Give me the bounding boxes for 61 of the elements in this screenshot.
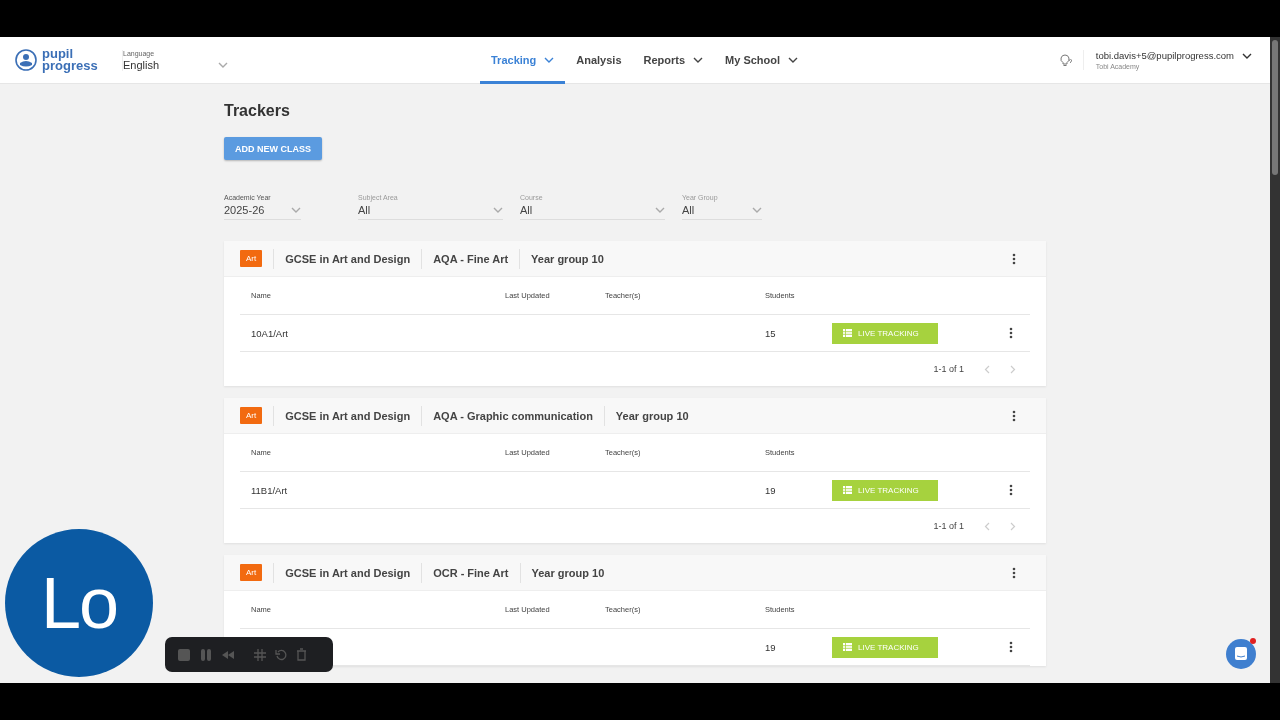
- pagination-info: 1-1 of 1: [933, 364, 964, 374]
- nav-tab[interactable]: Tracking: [480, 37, 566, 84]
- table-icon: [843, 486, 852, 494]
- grid-icon[interactable]: [254, 648, 266, 661]
- rewind-icon[interactable]: [221, 649, 235, 660]
- page-title: Trackers: [224, 101, 291, 121]
- user-email: tobi.davis+5@pupilprogress.com: [1095, 50, 1234, 61]
- more-options-icon[interactable]: [1012, 252, 1016, 265]
- previous-page-icon[interactable]: [984, 521, 990, 531]
- filter-select[interactable]: All: [358, 202, 503, 220]
- scrollbar[interactable]: [1270, 37, 1280, 683]
- next-page-icon[interactable]: [1010, 521, 1016, 531]
- filter-select[interactable]: All: [682, 202, 762, 220]
- restart-icon[interactable]: [275, 648, 287, 661]
- year-group: Year group 10: [603, 405, 700, 426]
- student-count: 19: [765, 641, 777, 653]
- pagination-info: 1-1 of 1: [933, 521, 964, 531]
- language-select[interactable]: English: [123, 58, 228, 71]
- course-name: GCSE in Art and Design: [273, 405, 422, 426]
- chevron-icon: [655, 207, 665, 213]
- stop-icon[interactable]: [177, 647, 191, 662]
- class-name[interactable]: 11B1/Art: [251, 484, 505, 496]
- filter-select[interactable]: All: [520, 202, 665, 220]
- exam-board: AQA - Fine Art: [421, 248, 520, 269]
- presenter-avatar: Lo: [5, 529, 153, 677]
- year-group: Year group 10: [519, 562, 616, 583]
- pause-icon[interactable]: [200, 647, 212, 662]
- logo-icon: [15, 49, 37, 71]
- student-count: 19: [765, 484, 777, 496]
- student-count: 15: [765, 327, 777, 339]
- exam-board: AQA - Graphic communication: [421, 405, 604, 426]
- previous-page-icon[interactable]: [984, 364, 990, 374]
- lightbulb-icon[interactable]: [1058, 53, 1073, 67]
- chat-icon[interactable]: [1225, 637, 1257, 669]
- logo-text: pupil progress: [42, 48, 98, 72]
- chevron-icon: [1242, 52, 1252, 59]
- more-options-icon[interactable]: [1009, 327, 1013, 339]
- course-name: GCSE in Art and Design: [273, 562, 422, 583]
- subject-tag: Art: [240, 407, 263, 424]
- nav-tab[interactable]: Reports: [632, 37, 715, 84]
- chevron-icon: [752, 207, 762, 213]
- chevron-icon: [218, 61, 228, 68]
- subject-tag: Art: [240, 250, 263, 267]
- course-name: GCSE in Art and Design: [273, 248, 422, 269]
- class-name[interactable]: 10A1/Art: [251, 327, 505, 339]
- nav-tab[interactable]: My School: [714, 37, 810, 84]
- more-options-icon[interactable]: [1009, 484, 1013, 496]
- chevron-icon: [493, 207, 503, 213]
- more-options-icon[interactable]: [1012, 566, 1016, 579]
- trash-icon[interactable]: [296, 648, 307, 661]
- exam-board: OCR - Fine Art: [421, 562, 520, 583]
- year-group: Year group 10: [519, 248, 615, 269]
- subject-tag: Art: [240, 564, 263, 581]
- table-icon: [843, 643, 852, 651]
- nav-tab[interactable]: Analysis: [565, 37, 633, 84]
- chevron-icon: [291, 207, 301, 213]
- more-options-icon[interactable]: [1009, 641, 1013, 653]
- next-page-icon[interactable]: [1010, 364, 1016, 374]
- table-icon: [843, 329, 852, 337]
- filter-select[interactable]: 2025-26: [224, 202, 301, 220]
- more-options-icon[interactable]: [1012, 409, 1016, 422]
